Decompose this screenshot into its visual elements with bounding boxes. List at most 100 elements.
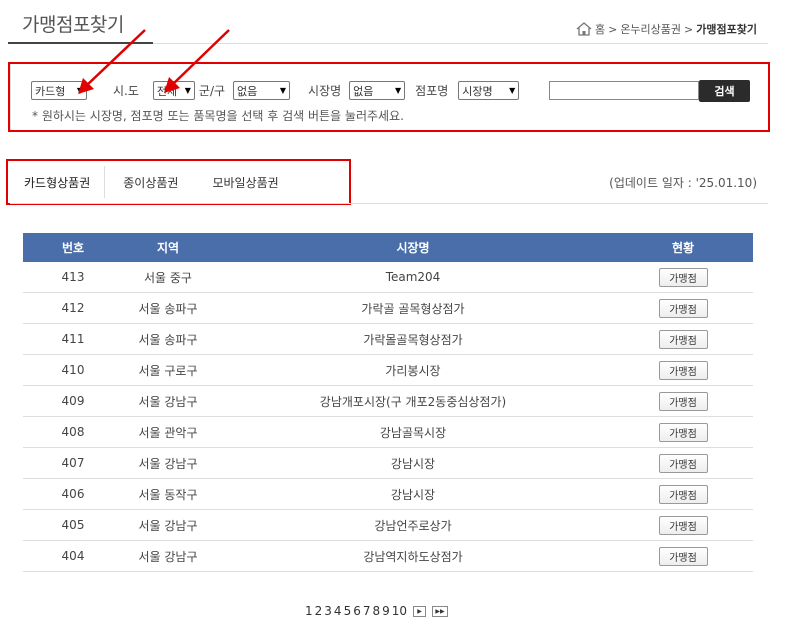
search-button[interactable]: 검색 xyxy=(699,80,750,102)
cell-market: 가리봉시장 xyxy=(385,363,441,378)
cell-region: 서울 중구 xyxy=(144,270,192,285)
pagination: 1 2 3 4 5 6 7 8 9 10 ▶ ▶▶ xyxy=(304,604,449,618)
store-status-button[interactable]: 가맹점 xyxy=(658,391,708,411)
type-select[interactable]: 카드형 ▼ xyxy=(31,81,87,100)
cell-region: 서울 관악구 xyxy=(138,425,198,440)
cell-status: 가맹점 xyxy=(613,329,753,349)
table-header: 번호 지역 시장명 현황 xyxy=(23,233,753,262)
page-link[interactable]: 3 xyxy=(323,604,333,618)
breadcrumb-section[interactable]: 온누리상품권 xyxy=(620,21,681,37)
store-status-button[interactable]: 가맹점 xyxy=(658,546,708,566)
page-link[interactable]: 10 xyxy=(391,604,408,618)
store-table: 번호 지역 시장명 현황 413 서울 중구 Team204 가맹점 412 서울 송파구… xyxy=(23,233,753,572)
breadcrumb: 홈 > 온누리상품권 > 가맹점포찾기 xyxy=(576,21,757,37)
header-market: 시장명 xyxy=(396,241,430,255)
cell-no: 408 xyxy=(61,425,85,439)
cell-region: 서울 송파구 xyxy=(138,301,198,316)
cell-no: 407 xyxy=(61,456,85,470)
store-label: 점포명 xyxy=(415,84,449,98)
cell-status: 가맹점 xyxy=(613,422,753,442)
table-body: 413 서울 중구 Team204 가맹점 412 서울 송파구 가락골 골목형상점가 가맹점… xyxy=(23,262,753,572)
cell-status: 가맹점 xyxy=(613,360,753,380)
cell-market: 강남시장 xyxy=(390,487,436,502)
cell-no: 409 xyxy=(61,394,85,408)
cell-status: 가맹점 xyxy=(613,298,753,318)
cell-region: 서울 강남구 xyxy=(138,518,198,533)
update-date: (업데이트 일자 : '25.01.10) xyxy=(609,176,757,190)
next-page-button[interactable]: ▶ xyxy=(413,605,427,617)
cell-region: 서울 송파구 xyxy=(138,332,198,347)
store-status-button[interactable]: 가맹점 xyxy=(658,267,708,287)
breadcrumb-current: 가맹점포찾기 xyxy=(696,23,757,36)
cell-region: 서울 강남구 xyxy=(138,456,198,471)
cell-no: 404 xyxy=(61,549,85,563)
page-link[interactable]: 9 xyxy=(381,604,391,618)
market-select-value: 없음 xyxy=(353,84,374,98)
cell-market: 강남언주로상가 xyxy=(374,518,452,533)
page-link[interactable]: 8 xyxy=(371,604,381,618)
chevron-down-icon: ▼ xyxy=(509,86,516,95)
chevron-down-icon: ▼ xyxy=(184,86,191,95)
cell-market: Team204 xyxy=(385,270,441,284)
header-status: 현황 xyxy=(671,241,695,255)
cell-no: 410 xyxy=(61,363,85,377)
cell-region: 서울 강남구 xyxy=(138,549,198,564)
chevron-down-icon: ▼ xyxy=(279,86,287,95)
sido-select[interactable]: 전체 ▼ xyxy=(152,81,195,100)
store-select-value: 시장명 xyxy=(462,84,493,98)
page-link[interactable]: 4 xyxy=(333,604,343,618)
page-link[interactable]: 2 xyxy=(314,604,324,618)
cell-no: 411 xyxy=(61,332,85,346)
store-status-button[interactable]: 가맹점 xyxy=(658,453,708,473)
cell-market: 강남개포시장(구 개포2동중심상점가) xyxy=(319,394,507,409)
cell-market: 강남시장 xyxy=(390,456,436,471)
table-row: 404 서울 강남구 강남역지하도상점가 가맹점 xyxy=(23,541,753,572)
last-page-button[interactable]: ▶▶ xyxy=(432,605,449,617)
type-select-value: 카드형 xyxy=(35,84,66,98)
cell-status: 가맹점 xyxy=(613,391,753,411)
cell-status: 가맹점 xyxy=(613,267,753,287)
table-row: 413 서울 중구 Team204 가맹점 xyxy=(23,262,753,293)
cell-region: 서울 강남구 xyxy=(138,394,198,409)
store-status-button[interactable]: 가맹점 xyxy=(658,422,708,442)
home-icon[interactable] xyxy=(576,22,592,36)
table-row: 411 서울 송파구 가락몰골목형상점가 가맹점 xyxy=(23,324,753,355)
breadcrumb-separator: > xyxy=(684,22,694,36)
table-row: 410 서울 구로구 가리봉시장 가맹점 xyxy=(23,355,753,386)
page-title: 가맹점포찾기 xyxy=(22,14,124,36)
tabs-highlight-box xyxy=(6,159,351,205)
market-select[interactable]: 없음 ▼ xyxy=(349,81,406,100)
table-row: 408 서울 관악구 강남골목시장 가맹점 xyxy=(23,417,753,448)
search-input[interactable] xyxy=(549,81,699,100)
store-status-button[interactable]: 가맹점 xyxy=(658,360,708,380)
store-status-button[interactable]: 가맹점 xyxy=(658,484,708,504)
store-select[interactable]: 시장명 ▼ xyxy=(458,81,520,100)
table-row: 407 서울 강남구 강남시장 가맹점 xyxy=(23,448,753,479)
search-help-text: * 원하시는 시장명, 점포명 또는 품목명을 선택 후 검색 버튼을 눌러주세… xyxy=(32,109,404,123)
gungu-select-value: 없음 xyxy=(237,84,258,98)
header-region: 지역 xyxy=(156,241,180,255)
table-row: 406 서울 동작구 강남시장 가맹점 xyxy=(23,479,753,510)
page-link[interactable]: 6 xyxy=(352,604,362,618)
breadcrumb-home[interactable]: 홈 xyxy=(595,21,605,37)
chevron-down-icon: ▼ xyxy=(76,86,83,95)
store-status-button[interactable]: 가맹점 xyxy=(658,329,708,349)
cell-status: 가맹점 xyxy=(613,546,753,566)
store-status-button[interactable]: 가맹점 xyxy=(658,515,708,535)
filter-row: 카드형 ▼ 시.도 전체 ▼ 군/구 없음 ▼ 시장명 없음 ▼ 점포명 시장명 ▼ xyxy=(31,81,520,100)
page-link[interactable]: 5 xyxy=(343,604,353,618)
cell-region: 서울 구로구 xyxy=(138,363,198,378)
sido-label: 시.도 xyxy=(113,84,139,98)
chevron-down-icon: ▼ xyxy=(395,86,402,95)
page-numbers: 1 2 3 4 5 6 7 8 9 10 xyxy=(304,604,408,618)
gungu-select[interactable]: 없음 ▼ xyxy=(233,81,291,100)
sido-select-value: 전체 xyxy=(156,84,178,98)
gungu-label: 군/구 xyxy=(198,84,226,98)
title-rule xyxy=(153,43,768,44)
header-no: 번호 xyxy=(61,241,85,255)
page-link[interactable]: 1 xyxy=(304,604,314,618)
cell-no: 405 xyxy=(61,518,85,532)
table-row: 409 서울 강남구 강남개포시장(구 개포2동중심상점가) 가맹점 xyxy=(23,386,753,417)
store-status-button[interactable]: 가맹점 xyxy=(658,298,708,318)
cell-status: 가맹점 xyxy=(613,453,753,473)
